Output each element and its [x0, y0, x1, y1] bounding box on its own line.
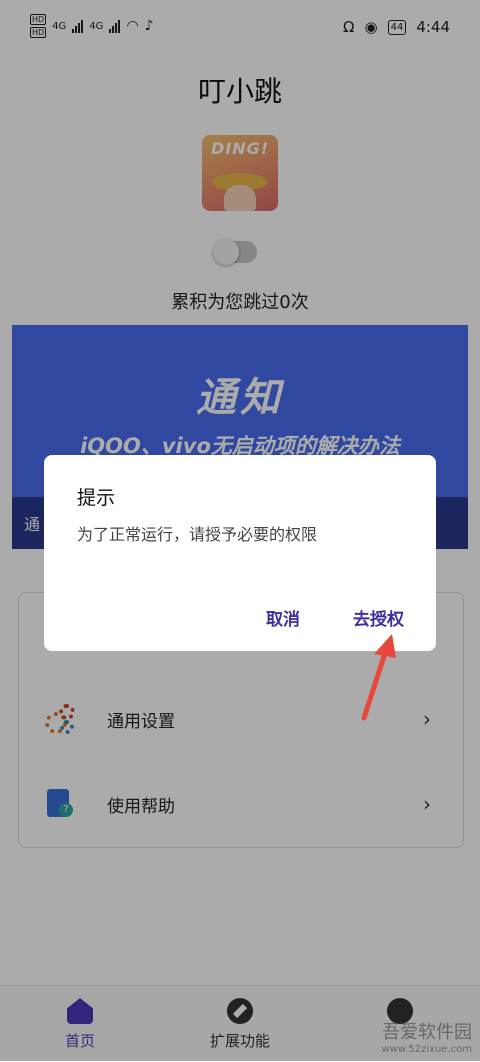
grant-permission-button[interactable]: 去授权: [353, 605, 404, 630]
cancel-button[interactable]: 取消: [266, 605, 300, 630]
annotation-arrow-icon: [361, 634, 396, 721]
watermark: 吾爱软件园 www.52zixue.com: [382, 1018, 473, 1055]
watermark-url: www.52zixue.com: [381, 1044, 473, 1055]
watermark-text: 吾爱软件园: [382, 1022, 472, 1043]
permission-dialog: 提示 为了正常运行，请授予必要的权限 取消 去授权: [44, 455, 436, 651]
dialog-title: 提示: [77, 487, 116, 509]
dialog-message: 为了正常运行，请授予必要的权限: [77, 525, 318, 544]
